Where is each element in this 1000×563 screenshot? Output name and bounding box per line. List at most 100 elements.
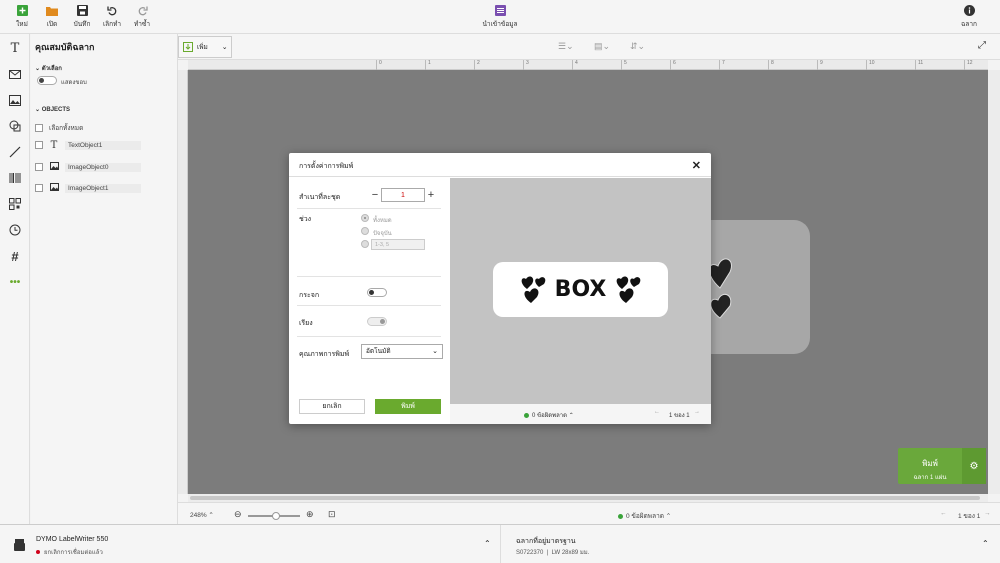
- print-label: พิมพ์: [922, 459, 938, 468]
- horizontal-scrollbar[interactable]: [188, 494, 988, 502]
- range-all-label: ทั้งหมด: [373, 218, 392, 224]
- scroll-thumb[interactable]: [190, 496, 980, 500]
- save-button[interactable]: บันทึก: [68, 5, 96, 29]
- options-section-header[interactable]: ⌄ ตัวเลือก: [35, 63, 62, 73]
- barcode-tool-icon[interactable]: [7, 170, 23, 186]
- import-data-button[interactable]: นำเข้าข้อมูล: [478, 5, 522, 29]
- chevron-down-icon: ⌄: [221, 44, 228, 51]
- print-button[interactable]: พิมพ์: [375, 399, 441, 414]
- more-tools-icon[interactable]: •••: [7, 274, 23, 290]
- object-checkbox[interactable]: [35, 163, 43, 171]
- zoom-level[interactable]: 248% ⌃: [190, 511, 214, 519]
- line-tool-icon[interactable]: [7, 144, 23, 160]
- chevron-down-icon: ⌄: [432, 348, 438, 355]
- zoom-in-icon[interactable]: ⊕: [306, 509, 314, 520]
- print-settings-dialog: การตั้งค่าการพิมพ์ ✕ สำเนาที่ละชุด − 1 +…: [289, 153, 711, 424]
- plus-icon[interactable]: +: [425, 189, 437, 201]
- object-checkbox[interactable]: [35, 184, 43, 192]
- object-row[interactable]: ImageObject1: [35, 182, 145, 194]
- arrange-icon[interactable]: ▤⌄: [594, 41, 610, 52]
- label-info-button[interactable]: ฉลาก: [955, 5, 983, 29]
- range-custom-radio[interactable]: [361, 240, 369, 248]
- vertical-scrollbar[interactable]: [988, 70, 1000, 494]
- prev-page-icon[interactable]: ←: [940, 510, 947, 517]
- label-type: ฉลากที่อยู่มาตรฐาน: [516, 538, 576, 545]
- qr-code-tool-icon[interactable]: [7, 196, 23, 212]
- add-label-button[interactable]: เพิ่ม ⌄: [178, 36, 232, 58]
- undo-button[interactable]: เลิกทำ: [98, 5, 126, 29]
- page-indicator: 1 ของ 1: [958, 513, 981, 520]
- print-main-button[interactable]: พิมพ์ ฉลาก 1 แผ่น: [898, 448, 962, 484]
- divider: [297, 208, 441, 209]
- cancel-button[interactable]: ยกเลิก: [299, 399, 365, 414]
- counter-tool-icon[interactable]: #: [7, 248, 23, 264]
- copies-stepper[interactable]: − 1 +: [369, 188, 441, 202]
- align-icon[interactable]: ☰⌄: [558, 41, 574, 52]
- ruler-tick: 11: [915, 60, 923, 70]
- close-icon[interactable]: ✕: [692, 159, 701, 172]
- new-button[interactable]: ใหม่: [8, 5, 36, 29]
- minus-icon[interactable]: −: [369, 189, 381, 201]
- select-all-label: เลือกทั้งหมด: [49, 125, 84, 132]
- label-info-label: ฉลาก: [961, 21, 977, 28]
- hearts-image-right: [616, 276, 641, 303]
- select-all-row[interactable]: เลือกทั้งหมด: [35, 122, 145, 134]
- object-row[interactable]: ImageObject0: [35, 161, 145, 173]
- mirror-label: กระจก: [299, 292, 320, 299]
- next-page-icon[interactable]: →: [694, 409, 700, 415]
- range-label: ช่วง: [299, 216, 312, 223]
- undo-label: เลิกทำ: [102, 21, 122, 28]
- collate-label: เรียง: [299, 320, 313, 327]
- distribute-icon[interactable]: ⇵⌄: [630, 41, 645, 52]
- range-all-radio[interactable]: [361, 214, 369, 222]
- copies-input[interactable]: 1: [381, 188, 425, 202]
- collate-toggle[interactable]: [367, 317, 387, 326]
- zoom-bar: 248% ⌃ ⊖ ⊕ ⊡ 0 ข้อผิดพลาด ⌃ ← 1 ของ 1 →: [178, 502, 1000, 524]
- print-button-floating[interactable]: พิมพ์ ฉลาก 1 แผ่น ⚙: [898, 448, 986, 484]
- ruler-tick: 0: [376, 60, 382, 70]
- copies-label: สำเนาที่ละชุด: [299, 194, 341, 201]
- address-tool-icon[interactable]: [7, 66, 23, 82]
- ruler-tick: 2: [474, 60, 480, 70]
- redo-button[interactable]: ทำซ้ำ: [128, 5, 156, 29]
- ruler-tick: 12: [964, 60, 973, 70]
- hearts-image-left: [521, 276, 546, 303]
- next-page-icon[interactable]: →: [984, 510, 991, 517]
- ruler-tick: 8: [768, 60, 774, 70]
- preview-error-status[interactable]: 0 ข้อผิดพลาด ⌃: [524, 410, 574, 420]
- label-properties-panel: คุณสมบัติฉลาก ⌄ ตัวเลือก แสดงขอบ ⌄ OBJEC…: [31, 34, 178, 524]
- range-custom-input[interactable]: 1-3, 5: [371, 239, 425, 250]
- gear-icon[interactable]: ⚙: [962, 448, 986, 484]
- canvas-toolbar: เพิ่ม ⌄ ☰⌄ ▤⌄ ⇵⌄ ⤢: [178, 34, 1000, 60]
- chevron-down-icon: ⌄: [35, 66, 41, 72]
- label-expand-icon[interactable]: ⌃: [982, 539, 989, 548]
- printer-expand-icon[interactable]: ⌃: [484, 539, 491, 548]
- print-quality-select[interactable]: อัตโนมัติ ⌄: [361, 344, 443, 359]
- image-tool-icon[interactable]: [7, 92, 23, 108]
- zoom-slider-handle[interactable]: [272, 512, 280, 520]
- range-current-radio[interactable]: [361, 227, 369, 235]
- select-all-checkbox[interactable]: [35, 124, 43, 132]
- status-bar: DYMO LabelWriter 550 ยกเลิกการเชื่อมต่อแ…: [0, 524, 1000, 563]
- prev-page-icon[interactable]: ←: [654, 409, 660, 415]
- shape-tool-icon[interactable]: [7, 118, 23, 134]
- zoom-fit-icon[interactable]: ⊡: [328, 509, 336, 520]
- vertical-ruler: [178, 70, 188, 494]
- undo-icon: [106, 6, 116, 16]
- error-status[interactable]: 0 ข้อผิดพลาด ⌃: [618, 511, 671, 521]
- print-sub-label: ฉลาก 1 แผ่น: [913, 475, 947, 481]
- date-time-tool-icon[interactable]: [7, 222, 23, 238]
- objects-section-header[interactable]: ⌄ OBJECTS: [35, 106, 70, 113]
- open-button[interactable]: เปิด: [38, 5, 66, 29]
- zoom-out-icon[interactable]: ⊖: [234, 509, 242, 520]
- fit-to-window-icon[interactable]: ⤢: [978, 40, 986, 51]
- zoom-slider[interactable]: [248, 512, 300, 520]
- mirror-toggle[interactable]: [367, 288, 387, 297]
- show-border-toggle[interactable]: [37, 76, 57, 85]
- object-checkbox[interactable]: [35, 141, 43, 149]
- text-tool-icon[interactable]: T: [7, 40, 23, 56]
- ruler-tick: 4: [572, 60, 578, 70]
- object-row[interactable]: T TextObject1: [35, 139, 145, 151]
- divider: [500, 525, 501, 563]
- image-icon: [49, 183, 59, 193]
